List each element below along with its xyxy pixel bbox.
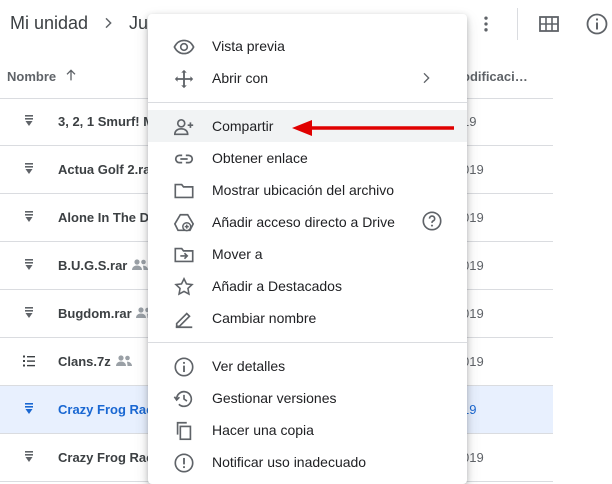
file-name: Clans.7z — [58, 354, 111, 369]
archive-icon — [25, 211, 33, 222]
archive-icon — [25, 259, 33, 270]
menu-item-obtener-enlace[interactable]: Obtener enlace — [148, 142, 467, 174]
drive-shortcut-icon — [173, 213, 195, 232]
file-name: Actua Golf 2.rar — [58, 162, 156, 177]
file-name: 3, 2, 1 Smurf! M — [58, 114, 155, 129]
menu-divider — [148, 342, 467, 343]
header-divider — [517, 8, 518, 40]
shared-people-icon — [132, 259, 148, 270]
info-icon[interactable] — [585, 12, 609, 36]
file-name: B.U.G.S.rar — [58, 258, 128, 273]
move-arrows-icon — [174, 69, 194, 89]
menu-divider — [148, 102, 467, 103]
history-icon — [173, 390, 193, 408]
menu-item-mover-a[interactable]: Mover a — [148, 238, 467, 270]
menu-item-anadir-acceso-directo[interactable]: Añadir acceso directo a Drive — [148, 206, 467, 238]
report-icon — [174, 453, 194, 473]
list-icon — [23, 355, 35, 367]
column-name-header[interactable]: Nombre — [7, 69, 56, 84]
menu-item-vista-previa[interactable]: Vista previa — [148, 30, 467, 62]
chevron-right-icon — [423, 72, 430, 84]
menu-item-anadir-destacados[interactable]: Añadir a Destacados — [148, 270, 467, 302]
file-name: Crazy Frog Race — [58, 450, 161, 465]
menu-item-gestionar-versiones[interactable]: Gestionar versiones — [148, 382, 467, 414]
file-name: Alone In The Da — [58, 210, 157, 225]
annotation-arrow — [292, 120, 454, 136]
eye-icon — [173, 39, 195, 55]
move-to-folder-icon — [174, 247, 194, 263]
breadcrumb-root[interactable]: Mi unidad — [10, 13, 88, 34]
context-menu: Vista previa Abrir con Compartir Obtener… — [148, 14, 467, 484]
arrow-up-icon[interactable] — [63, 67, 79, 83]
archive-icon — [25, 403, 33, 414]
menu-item-hacer-copia[interactable]: Hacer una copia — [148, 414, 467, 446]
menu-item-notificar-uso[interactable]: Notificar uso inadecuado — [148, 446, 467, 478]
breadcrumb-current[interactable]: Ju — [129, 13, 148, 34]
archive-icon — [25, 163, 33, 174]
folder-icon — [174, 183, 194, 199]
menu-item-cambiar-nombre[interactable]: Cambiar nombre — [148, 302, 467, 334]
copy-icon — [176, 421, 192, 441]
link-icon — [174, 154, 194, 164]
file-name: Crazy Frog Race — [58, 402, 161, 417]
star-icon — [174, 276, 194, 296]
menu-item-mostrar-ubicacion[interactable]: Mostrar ubicación del archivo — [148, 174, 467, 206]
pencil-icon — [175, 312, 193, 329]
more-vert-icon[interactable] — [476, 14, 496, 34]
grid-view-icon[interactable] — [538, 14, 560, 34]
chevron-right-icon — [105, 17, 112, 29]
archive-icon — [25, 307, 33, 318]
person-add-icon — [174, 119, 194, 136]
file-name: Bugdom.rar — [58, 306, 132, 321]
shared-people-icon — [116, 355, 132, 366]
menu-item-ver-detalles[interactable]: Ver detalles — [148, 350, 467, 382]
help-icon[interactable] — [421, 210, 443, 232]
archive-icon — [25, 451, 33, 462]
column-modified-header[interactable]: odificaci… — [462, 69, 528, 84]
archive-icon — [25, 115, 33, 126]
info-icon — [174, 357, 194, 377]
menu-item-abrir-con[interactable]: Abrir con — [148, 62, 467, 94]
